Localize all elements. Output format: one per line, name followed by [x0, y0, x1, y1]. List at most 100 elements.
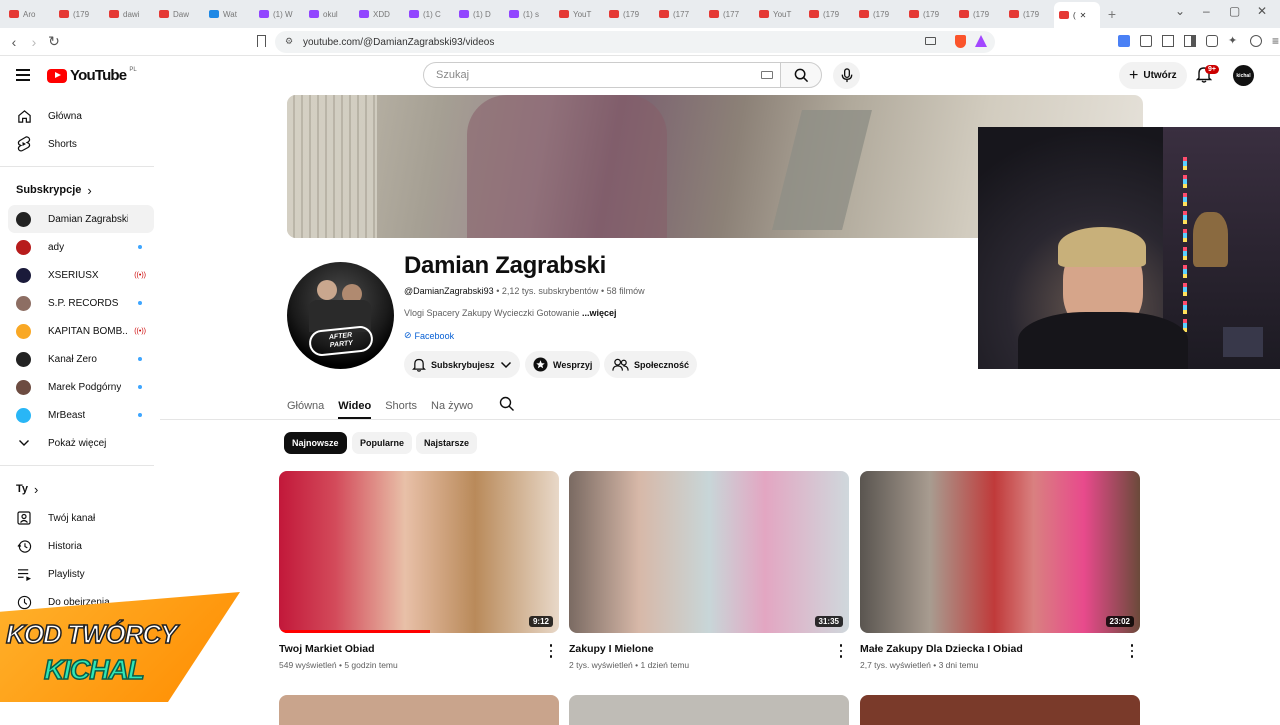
browser-tab[interactable]: (177: [704, 3, 754, 25]
browser-tab[interactable]: Daw: [154, 3, 204, 25]
channel-description[interactable]: Vlogi Spacery Zakupy Wycieczki Gotowanie…: [404, 308, 617, 318]
sidebar-subscription[interactable]: Kanał Zero: [8, 345, 154, 373]
browser-tab[interactable]: (179: [854, 3, 904, 25]
sidebar-subscription[interactable]: Damian Zagrabski: [8, 205, 154, 233]
sort-chip[interactable]: Popularne: [352, 432, 413, 454]
maximize-icon[interactable]: ▢: [1229, 4, 1240, 18]
new-tab-icon[interactable]: +: [1100, 6, 1124, 22]
sidebar-item-channel[interactable]: Twój kanał: [8, 504, 154, 532]
you-header[interactable]: Ty ›: [8, 474, 154, 504]
minimize-icon[interactable]: –: [1203, 4, 1210, 18]
close-tab-icon[interactable]: ✕: [1080, 11, 1087, 20]
account-avatar[interactable]: kichal: [1233, 65, 1254, 86]
wallet-icon[interactable]: [1206, 35, 1218, 47]
forward-icon[interactable]: ›: [24, 34, 44, 50]
video-title[interactable]: Twoj Markiet Obiad: [279, 643, 559, 655]
channel-search-icon[interactable]: [499, 396, 515, 412]
video-card[interactable]: 9:12 Twoj Markiet Obiad 549 wyświetleń • 5…: [279, 471, 559, 670]
subscribed-button[interactable]: Subskrybujesz: [404, 351, 520, 378]
browser-tab-active[interactable]: (✕: [1054, 2, 1100, 28]
video-title[interactable]: Małe Zakupy Dla Dziecka I Obiad: [860, 643, 1140, 655]
subscriptions-header[interactable]: Subskrypcje ›: [8, 175, 154, 205]
browser-tab[interactable]: dawi: [104, 3, 154, 25]
browser-tab[interactable]: (1) D: [454, 3, 504, 25]
community-button[interactable]: Społeczność: [604, 351, 698, 378]
menu-icon[interactable]: ≡: [1272, 35, 1280, 47]
leo-ai-icon[interactable]: ✦: [1228, 35, 1240, 47]
browser-tab[interactable]: YouT: [554, 3, 604, 25]
browser-tab[interactable]: (179: [1004, 3, 1054, 25]
support-button[interactable]: Wesprzyj: [525, 351, 601, 378]
browser-tab[interactable]: (179: [954, 3, 1004, 25]
sidebar-subscription[interactable]: Marek Podgórny: [8, 373, 154, 401]
sidebar-subscription[interactable]: XSERIUSX ((•)): [8, 261, 154, 289]
browser-tab[interactable]: (179: [54, 3, 104, 25]
sidebar-item-playlist[interactable]: Playlisty: [8, 560, 154, 588]
site-info-icon[interactable]: ⚙: [285, 36, 293, 47]
video-card[interactable]: 31:35 Zakupy I Mielone 2 tys. wyświetleń •…: [569, 471, 849, 670]
hamburger-menu-icon[interactable]: [16, 69, 30, 81]
video-thumbnail[interactable]: 31:35: [569, 471, 849, 633]
tab-4[interactable]: Na żywo: [431, 393, 473, 419]
show-more-subscriptions[interactable]: Pokaż więcej: [8, 429, 154, 457]
url-field[interactable]: ⚙ youtube.com/@DamianZagrabski93/videos: [275, 31, 995, 53]
sidebar-subscription[interactable]: ady: [8, 233, 154, 261]
browser-tab[interactable]: Wat: [204, 3, 254, 25]
tab-2[interactable]: Wideo: [338, 393, 371, 419]
cast-icon[interactable]: [925, 37, 936, 45]
extension-icon[interactable]: [1140, 35, 1152, 47]
browser-tab[interactable]: (179: [804, 3, 854, 25]
sort-chip[interactable]: Najnowsze: [284, 432, 347, 454]
sidebar-subscription[interactable]: KAPITAN BOMB... ((•)): [8, 317, 154, 345]
more-link[interactable]: ...więcej: [582, 308, 617, 318]
window-close-icon[interactable]: ✕: [1257, 4, 1267, 18]
browser-tab[interactable]: Aro: [4, 3, 54, 25]
more-options-icon[interactable]: [547, 643, 555, 659]
keyboard-icon[interactable]: [761, 71, 773, 79]
create-button[interactable]: + Utwórz: [1119, 62, 1187, 89]
sidebar-item-history[interactable]: Historia: [8, 532, 154, 560]
more-options-icon[interactable]: [1128, 643, 1136, 659]
browser-tab[interactable]: (1) W: [254, 3, 304, 25]
reading-icon[interactable]: [1162, 35, 1174, 47]
video-thumbnail[interactable]: [279, 695, 559, 725]
search-button[interactable]: [780, 62, 822, 88]
channel-link[interactable]: ⊘ Facebook: [404, 330, 454, 341]
more-options-icon[interactable]: [837, 643, 845, 659]
sidebar-item-home[interactable]: Główna: [8, 102, 154, 130]
translate-icon[interactable]: [1118, 35, 1130, 47]
back-icon[interactable]: ‹: [4, 34, 24, 50]
sidebar-toggle-icon[interactable]: [1184, 35, 1196, 47]
youtube-logo[interactable]: YouTube PL: [47, 67, 137, 84]
subscribed-label: Subskrybujesz: [431, 359, 495, 370]
bookmark-icon[interactable]: [257, 35, 266, 47]
tab-1[interactable]: Główna: [287, 393, 324, 419]
tab-search-icon[interactable]: ⌄: [1175, 4, 1185, 18]
reload-icon[interactable]: ↻: [44, 33, 64, 50]
browser-tab[interactable]: (1) C: [404, 3, 454, 25]
tab-3[interactable]: Shorts: [385, 393, 417, 419]
browser-tab[interactable]: (1) s: [504, 3, 554, 25]
search-input[interactable]: [423, 62, 780, 88]
sidebar-item-shorts[interactable]: Shorts: [8, 130, 154, 158]
sort-chip[interactable]: Najstarsze: [416, 432, 478, 454]
video-card[interactable]: 23:02 Małe Zakupy Dla Dziecka I Obiad 2,7 …: [860, 471, 1140, 670]
video-thumbnail[interactable]: 9:12: [279, 471, 559, 633]
browser-tab[interactable]: XDD: [354, 3, 404, 25]
video-thumbnail[interactable]: 23:02: [860, 471, 1140, 633]
vpn-icon[interactable]: [1250, 35, 1262, 47]
browser-tab[interactable]: (179: [904, 3, 954, 25]
subscription-label: KAPITAN BOMB...: [48, 325, 128, 337]
brave-shield-icon[interactable]: [955, 35, 966, 48]
browser-tab[interactable]: okul: [304, 3, 354, 25]
sidebar-subscription[interactable]: S.P. RECORDS: [8, 289, 154, 317]
rewards-icon[interactable]: [975, 35, 987, 47]
browser-tab[interactable]: YouT: [754, 3, 804, 25]
video-thumbnail[interactable]: [569, 695, 849, 725]
voice-search-button[interactable]: [833, 62, 860, 89]
browser-tab[interactable]: (179: [604, 3, 654, 25]
sidebar-subscription[interactable]: MrBeast: [8, 401, 154, 429]
video-thumbnail[interactable]: [860, 695, 1140, 725]
video-title[interactable]: Zakupy I Mielone: [569, 643, 849, 655]
browser-tab[interactable]: (177: [654, 3, 704, 25]
